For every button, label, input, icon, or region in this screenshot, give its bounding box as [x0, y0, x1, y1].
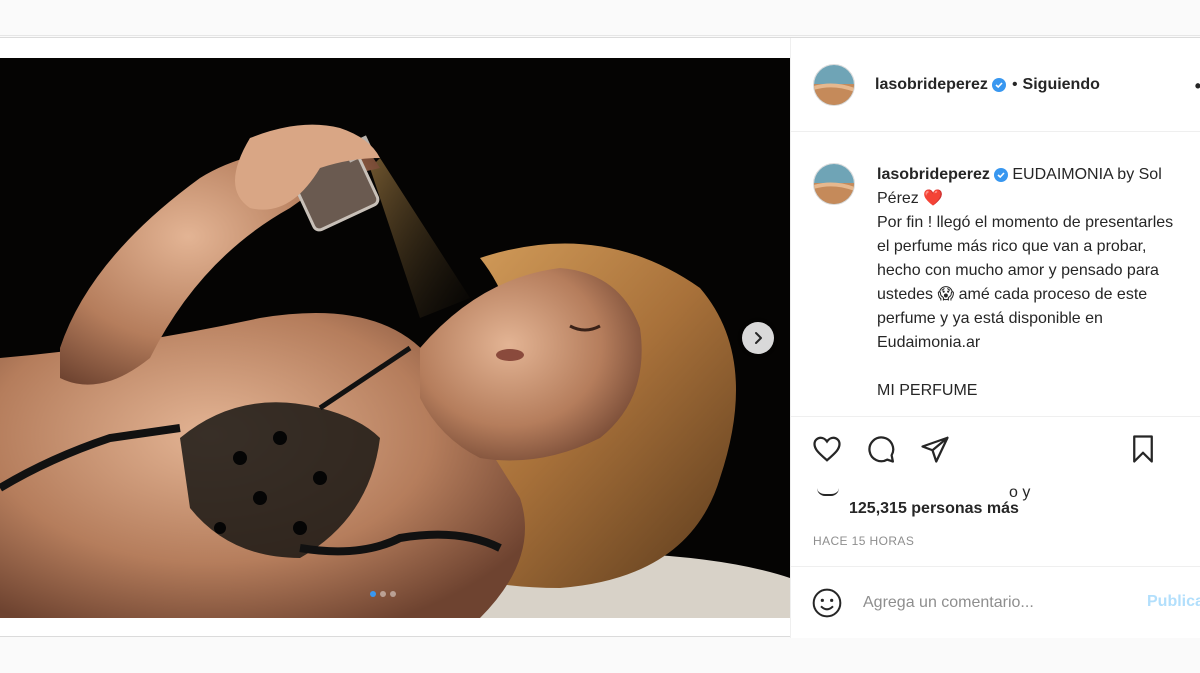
- browser-bottom-strip: [0, 638, 1200, 673]
- browser-top-strip: [0, 0, 1200, 36]
- avatar[interactable]: [813, 163, 855, 205]
- caption-text: lasobrideperez EUDAIMONIA by Sol Pérez ❤…: [877, 163, 1177, 413]
- caption-body: EUDAIMONIA by Sol Pérez ❤️ Por fin ! lle…: [877, 166, 1174, 399]
- following-button[interactable]: Siguiendo: [1023, 76, 1100, 94]
- post-photo: [0, 58, 790, 618]
- post-side-panel: lasobrideperez • Siguiendo • lasobridepe…: [790, 38, 1200, 638]
- likes-count[interactable]: 125,315 personas más: [849, 500, 1019, 518]
- post-timestamp[interactable]: HACE 15 HORAS: [813, 534, 914, 548]
- follow-separator: •: [1011, 75, 1018, 93]
- save-button[interactable]: [1125, 431, 1161, 467]
- carousel-dot: [390, 591, 396, 597]
- paper-plane-icon: [921, 436, 949, 463]
- chevron-right-icon: [755, 332, 762, 344]
- carousel-dot: [370, 591, 376, 597]
- avatar[interactable]: [813, 63, 855, 106]
- avatar-image: [814, 164, 854, 204]
- caption-area: lasobrideperez EUDAIMONIA by Sol Pérez ❤…: [791, 133, 1200, 413]
- bookmark-icon: [1133, 435, 1153, 463]
- instagram-post: lasobrideperez • Siguiendo • lasobridepe…: [0, 37, 1200, 638]
- heart-icon: [813, 436, 841, 462]
- author-username[interactable]: lasobrideperez: [875, 76, 988, 94]
- comment-bar: Publicar: [791, 566, 1200, 638]
- carousel-next-button[interactable]: [742, 322, 774, 354]
- carousel-indicator: [370, 591, 396, 597]
- publish-button[interactable]: Publicar: [1147, 593, 1200, 611]
- action-bar: [791, 416, 1200, 478]
- like-button[interactable]: [809, 431, 845, 467]
- smiley-icon[interactable]: [811, 587, 843, 619]
- comment-button[interactable]: [863, 431, 899, 467]
- verified-badge-icon: [993, 167, 1008, 182]
- caption-username[interactable]: lasobrideperez: [877, 166, 990, 183]
- comment-input[interactable]: [863, 593, 1133, 612]
- post-media[interactable]: [0, 58, 790, 618]
- more-options-icon[interactable]: •: [1195, 76, 1200, 97]
- avatar-image: [814, 64, 854, 105]
- carousel-dot: [380, 591, 386, 597]
- post-header: lasobrideperez • Siguiendo •: [791, 38, 1200, 132]
- comment-bubble-icon: [868, 436, 895, 463]
- share-button[interactable]: [917, 431, 953, 467]
- liker-avatar: [817, 488, 839, 496]
- verified-badge-icon: [991, 77, 1006, 92]
